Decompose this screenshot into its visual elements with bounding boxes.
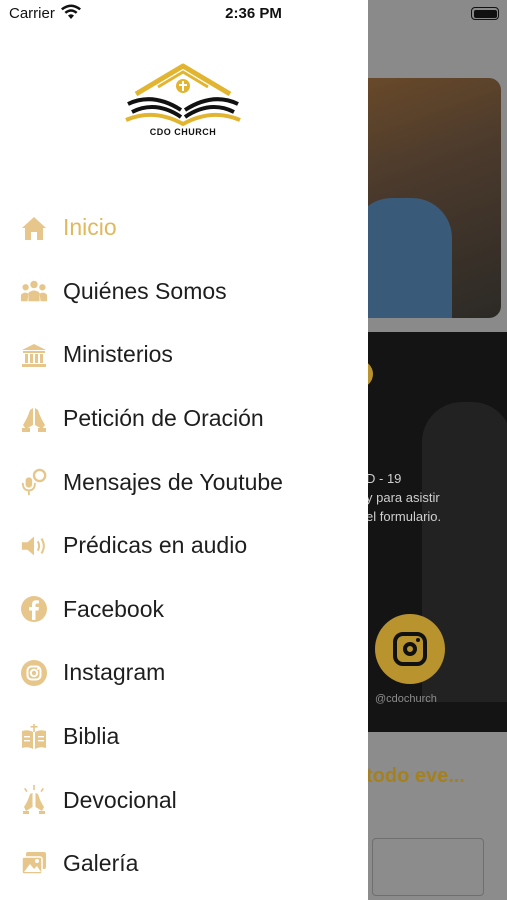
- menu-item-ministerios[interactable]: Ministerios: [0, 323, 368, 387]
- menu-item-label: Prédicas en audio: [63, 532, 248, 559]
- background-headline: todo eve...: [366, 765, 465, 787]
- battery-icon: [471, 7, 499, 20]
- facebook-icon: [20, 595, 48, 623]
- home-icon: [20, 214, 48, 242]
- background-video-card: [352, 78, 501, 318]
- menu-item-label: Ministerios: [63, 341, 173, 368]
- people-icon: [20, 277, 48, 305]
- menu-item-label: Biblia: [63, 723, 120, 750]
- speaker-icon: [20, 532, 48, 560]
- status-bar: Carrier 2:36 PM: [0, 0, 507, 28]
- microphone-icon: [20, 468, 48, 496]
- bible-icon: [20, 723, 48, 751]
- background-input: [372, 838, 484, 896]
- background-handle: @cdochurch: [375, 693, 437, 705]
- navigation-drawer: CDO CHURCH Inicio Quiénes Somos Minister…: [0, 0, 368, 900]
- menu-item-label: Devocional: [63, 786, 177, 813]
- menu-item-peticion-oracion[interactable]: Petición de Oración: [0, 387, 368, 451]
- instagram-icon: [20, 659, 48, 687]
- menu-item-label: Instagram: [63, 659, 166, 686]
- background-text-line2: el formulario.: [366, 509, 442, 524]
- menu-item-label: Inicio: [63, 214, 117, 241]
- logo-text: CDO CHURCH: [149, 127, 217, 137]
- menu-item-label: Mensajes de Youtube: [63, 468, 283, 495]
- background-text-line1: y para asistir: [366, 490, 440, 505]
- drawer-menu: Inicio Quiénes Somos Ministerios Petició…: [0, 196, 368, 896]
- temple-icon: [20, 341, 48, 369]
- clock: 2:36 PM: [225, 5, 282, 22]
- devotional-icon: [20, 785, 48, 815]
- menu-item-galeria[interactable]: Galería: [0, 832, 368, 896]
- menu-item-quienes-somos[interactable]: Quiénes Somos: [0, 260, 368, 324]
- menu-item-label: Facebook: [63, 595, 165, 622]
- gallery-icon: [20, 850, 48, 878]
- menu-item-biblia[interactable]: Biblia: [0, 705, 368, 769]
- menu-item-facebook[interactable]: Facebook: [0, 578, 368, 642]
- menu-item-devocional[interactable]: Devocional: [0, 768, 368, 832]
- praying-hands-icon: [20, 405, 48, 433]
- menu-item-label: Petición de Oración: [63, 405, 264, 432]
- background-covid-text: D - 19: [366, 471, 402, 486]
- menu-item-predicas-audio[interactable]: Prédicas en audio: [0, 514, 368, 578]
- instagram-circle-icon: [375, 614, 445, 684]
- menu-item-mensajes-youtube[interactable]: Mensajes de Youtube: [0, 450, 368, 514]
- menu-item-label: Quiénes Somos: [63, 277, 227, 304]
- menu-item-inicio[interactable]: Inicio: [0, 196, 368, 260]
- menu-item-instagram[interactable]: Instagram: [0, 641, 368, 705]
- menu-item-label: Galería: [63, 850, 139, 877]
